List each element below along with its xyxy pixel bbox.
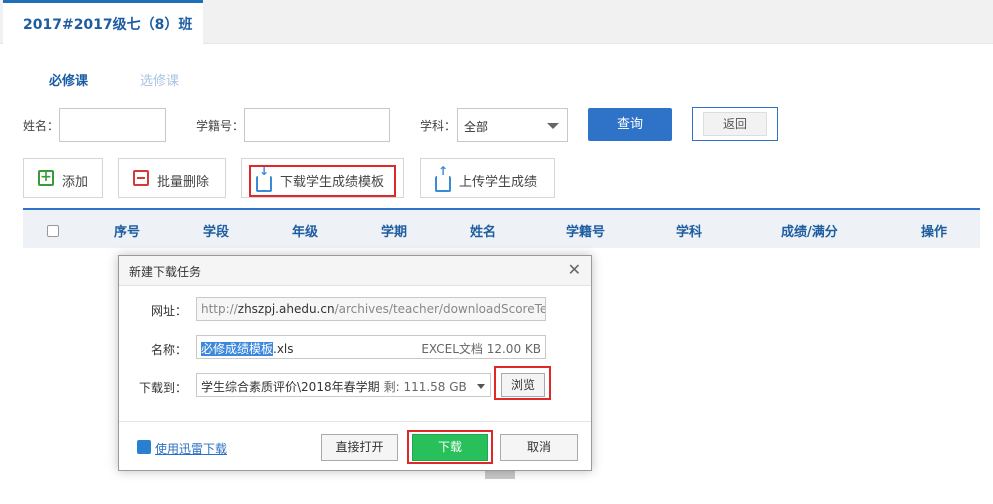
col-term: 学期 [381,225,408,240]
col-score: 成绩/满分 [781,225,838,240]
col-subject: 学科 [676,225,703,240]
student-id-label: 学籍号： [196,119,245,133]
add-button[interactable]: + 添加 [23,158,103,198]
highlight-box [494,366,551,400]
url-prefix: http:// [201,302,238,316]
col-name: 姓名 [470,225,497,240]
thunder-download-link[interactable]: 使用迅雷下载 [155,440,227,457]
url-domain: zhszpj.ahedu.cn [237,302,335,316]
class-tab[interactable]: 2017#2017级七（8）班 [3,0,203,45]
batch-delete-button[interactable]: 批量删除 [118,158,226,198]
col-student-id: 学籍号 [566,225,606,240]
query-button[interactable]: 查询 [588,108,672,141]
chevron-down-icon [547,123,559,129]
file-meta: EXCEL文档 12.00 KB [421,342,541,356]
dialog-title: 新建下载任务 [129,265,202,279]
tab-elective-courses[interactable]: 选修课 [140,70,179,89]
top-tab-bar: 2017#2017级七（8）班 [0,0,993,45]
chevron-down-icon[interactable] [471,373,491,397]
minus-icon [133,170,149,186]
open-directly-button[interactable]: 直接打开 [321,434,398,461]
col-index: 序号 [114,225,141,240]
upload-scores-button[interactable]: 上传学生成绩 [420,158,555,198]
file-ext: .xls [273,342,294,356]
download-dialog: 新建下载任务 ✕ 网址： http://zhszpj.ahedu.cn/arch… [118,255,592,471]
cancel-button[interactable]: 取消 [500,434,578,461]
url-field[interactable]: http://zhszpj.ahedu.cn/archives/teacher/… [196,297,546,321]
scroll-stub [485,471,515,479]
divider [119,421,591,422]
table-header: 序号 学段 年级 学期 姓名 学籍号 学科 成绩/满分 操作 [23,208,980,248]
save-path-field[interactable]: 学生综合素质评价\2018年春学期 剩: 111.58 GB [196,373,472,397]
col-actions: 操作 [921,225,948,240]
name-label: 名称： [150,343,187,357]
file-name-selection: 必修成绩模板 [201,342,274,356]
url-path: /archives/teacher/downloadScoreTer [334,302,546,316]
subject-label: 学科： [420,119,457,133]
save-to-label: 下载到： [138,381,187,395]
dialog-title-bar: 新建下载任务 ✕ [119,256,591,286]
upload-icon [435,164,451,192]
col-grade: 年级 [292,225,319,240]
free-space: 剩: 111.58 GB [383,380,467,394]
plus-icon: + [38,170,54,186]
name-label: 姓名： [23,119,60,133]
name-input[interactable] [59,108,166,142]
tab-required-courses[interactable]: 必修课 [49,70,88,89]
add-button-label: 添加 [62,175,89,190]
file-name-field[interactable]: 必修成绩模板.xls EXCEL文档 12.00 KB [196,335,546,359]
student-id-input[interactable] [244,108,390,142]
highlight-box [407,430,493,464]
url-label: 网址： [150,304,187,318]
close-icon[interactable]: ✕ [568,260,581,279]
upload-scores-label: 上传学生成绩 [459,175,538,190]
save-path: 学生综合素质评价\2018年春学期 [201,380,380,394]
back-button-label: 返回 [703,112,767,136]
select-all-checkbox[interactable] [47,225,59,237]
subject-select-value: 全部 [464,120,489,134]
thunder-icon [137,440,151,454]
col-stage: 学段 [203,225,230,240]
highlight-box [249,165,396,197]
back-button[interactable]: 返回 [692,107,778,141]
batch-delete-label: 批量删除 [157,175,210,190]
subject-select[interactable]: 全部 [457,108,568,142]
